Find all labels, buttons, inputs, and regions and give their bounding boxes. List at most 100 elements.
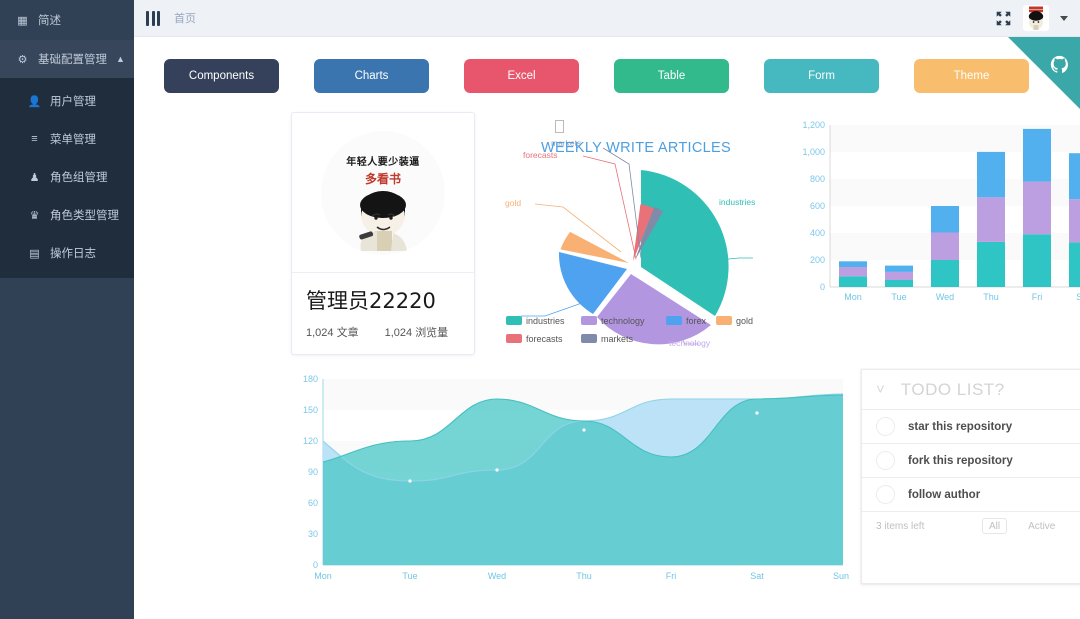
stat-views-value: 1,024 — [384, 327, 413, 339]
bar-ytick-0: 0 — [820, 282, 825, 292]
sidebar: ▦ 简述 ⚙ 基础配置管理 ▲ 👤 用户管理 ≡ 菜单管理 ♟ 角色组管理 ♛ … — [0, 0, 134, 619]
meme-avatar: 年轻人要少装逼 多看书 — [320, 130, 445, 255]
list-item[interactable]: fork this repository — [862, 444, 1080, 478]
todo-count: 3 items left — [876, 520, 925, 532]
missing-glyph-icon — [554, 120, 564, 133]
todo-footer: 3 items left All Active Completed — [862, 512, 1080, 540]
bar-xtick-tue: Tue — [891, 292, 906, 302]
bar-mon-s2 — [838, 267, 867, 277]
sidebar-item-user-mgmt[interactable]: 👤 用户管理 — [0, 82, 134, 120]
bar-xtick-mon: Mon — [844, 292, 862, 302]
bar-xtick-thu: Thu — [983, 292, 999, 302]
area-ytick-30: 30 — [308, 529, 318, 539]
area-xtick-mon: Mon — [314, 571, 332, 581]
legend-swatch-technology — [580, 316, 597, 325]
sidebar-item-menu-mgmt[interactable]: ≡ 菜单管理 — [0, 120, 134, 158]
legend-label-forecasts: forecasts — [526, 334, 563, 344]
sidebar-item-role-type-mgmt[interactable]: ♛ 角色类型管理 — [0, 196, 134, 234]
todo-filter-all[interactable]: All — [982, 518, 1008, 534]
excel-button[interactable]: Excel — [464, 59, 579, 93]
table-button[interactable]: Table — [614, 59, 729, 93]
area-point — [582, 428, 586, 432]
bar-ytick-800: 800 — [810, 174, 825, 184]
area-chart-svg: 180 150 120 90 60 30 0 Mon Tue Wed Thu F… — [303, 374, 849, 581]
bar-sat-s3 — [1068, 153, 1080, 200]
sidebar-item-label: 菜单管理 — [50, 134, 96, 146]
main-area: 首页 Components Charts Excel Table Form Th… — [134, 0, 1080, 619]
bar-thu-s3 — [976, 151, 1005, 198]
sidebar-item-label: 用户管理 — [50, 96, 96, 108]
pie-chart-title: WEEKLY WRITE ARTICLES — [540, 140, 731, 156]
legend-swatch-industries — [505, 316, 522, 325]
charts-button[interactable]: Charts — [314, 59, 429, 93]
profile-name: 管理员22220 — [306, 289, 436, 313]
user-icon: 👤 — [27, 95, 42, 108]
list-item[interactable]: follow author — [862, 478, 1080, 512]
components-button[interactable]: Components — [164, 59, 279, 93]
todo-filter-active[interactable]: Active — [1021, 518, 1062, 534]
legend-swatch-markets — [580, 334, 597, 343]
bar-chart[interactable]: 1,200 1,000 800 600 400 200 0 Mon Tue We… — [785, 112, 1080, 357]
legend-swatch-forecasts — [505, 334, 522, 343]
todo-checkbox[interactable] — [876, 417, 895, 436]
fullscreen-icon[interactable] — [995, 10, 1012, 27]
action-button-row: Components Charts Excel Table Form Theme — [134, 37, 1080, 93]
bar-mon-s1 — [838, 276, 867, 287]
bar-xtick-sat: Sat — [1076, 292, 1080, 302]
sidebar-item-role-group-mgmt[interactable]: ♟ 角色组管理 — [0, 158, 134, 196]
list-icon: ≡ — [31, 133, 38, 145]
sidebar-item-label: 角色组管理 — [50, 172, 108, 184]
app-root: ▦ 简述 ⚙ 基础配置管理 ▲ 👤 用户管理 ≡ 菜单管理 ♟ 角色组管理 ♛ … — [0, 0, 1080, 619]
todo-item-label[interactable]: fork this repository — [908, 455, 1013, 467]
todo-header: ˅ TODO LIST? — [862, 370, 1080, 410]
pie-legend: industries technology forex gold forecas… — [505, 316, 753, 344]
legend-label-gold: gold — [736, 316, 753, 326]
sidebar-submenu: 👤 用户管理 ≡ 菜单管理 ♟ 角色组管理 ♛ 角色类型管理 ▤ 操作日志 — [0, 78, 134, 278]
sidebar-item-brief[interactable]: ▦ 简述 — [0, 0, 134, 40]
stat-articles-label: 文章 — [336, 327, 359, 339]
breadcrumb[interactable]: 首页 — [174, 10, 196, 26]
group-icon: ♟ — [29, 171, 40, 184]
legend-label-forex: forex — [686, 316, 707, 326]
bar-tue-s1 — [884, 280, 913, 287]
legend-label-industries: industries — [526, 316, 565, 326]
avatar[interactable] — [1023, 5, 1049, 31]
chevron-down-icon[interactable]: ˅ — [876, 381, 885, 398]
bar-wed-s1 — [930, 260, 959, 287]
pie-chart[interactable]: WEEKLY WRITE ARTICLES markets forecasts — [503, 112, 763, 357]
document-icon: ▦ — [17, 14, 28, 27]
navbar: 首页 — [134, 0, 1080, 37]
meme-figure-icon — [359, 190, 407, 251]
sidebar-item-operation-log[interactable]: ▤ 操作日志 — [0, 234, 134, 272]
bar-thu-s2 — [976, 197, 1005, 242]
chevron-up-icon[interactable]: ▲ — [116, 54, 125, 64]
area-ytick-60: 60 — [308, 498, 318, 508]
bar-chart-svg: 1,200 1,000 800 600 400 200 0 Mon Tue We… — [802, 120, 1080, 302]
sidebar-item-base-config[interactable]: ⚙ 基础配置管理 ▲ — [0, 40, 134, 78]
bar-ytick-1200: 1,200 — [802, 120, 825, 130]
area-xtick-sun: Sun — [833, 571, 849, 581]
bar-fri-s2 — [1022, 181, 1051, 235]
bar-ytick-1000: 1,000 — [802, 147, 825, 157]
todo-item-label[interactable]: star this repository — [908, 421, 1012, 433]
legend-swatch-gold — [715, 316, 732, 325]
profile-info: 管理员22220 1,024 文章 1,024 浏览量 — [292, 273, 474, 354]
bar-ytick-200: 200 — [810, 255, 825, 265]
area-point — [408, 479, 412, 483]
profile-avatar-area: 年轻人要少装逼 多看书 — [292, 113, 474, 273]
hamburger-icon[interactable] — [146, 10, 160, 26]
caret-down-icon[interactable] — [1060, 15, 1068, 21]
bar-wed-s3 — [930, 206, 959, 233]
todo-checkbox[interactable] — [876, 451, 895, 470]
form-button[interactable]: Form — [764, 59, 879, 93]
area-chart[interactable]: 180 150 120 90 60 30 0 Mon Tue Wed Thu F… — [289, 369, 849, 584]
area-ytick-0: 0 — [313, 560, 318, 570]
todo-filter-completed[interactable]: Completed — [1076, 518, 1080, 534]
sidebar-item-label: 基础配置管理 — [38, 54, 107, 66]
area-ytick-180: 180 — [303, 374, 318, 384]
theme-button[interactable]: Theme — [914, 59, 1029, 93]
todo-checkbox[interactable] — [876, 485, 895, 504]
todo-item-label[interactable]: follow author — [908, 489, 980, 501]
sidebar-item-label: 操作日志 — [50, 248, 96, 260]
list-item[interactable]: star this repository — [862, 410, 1080, 444]
